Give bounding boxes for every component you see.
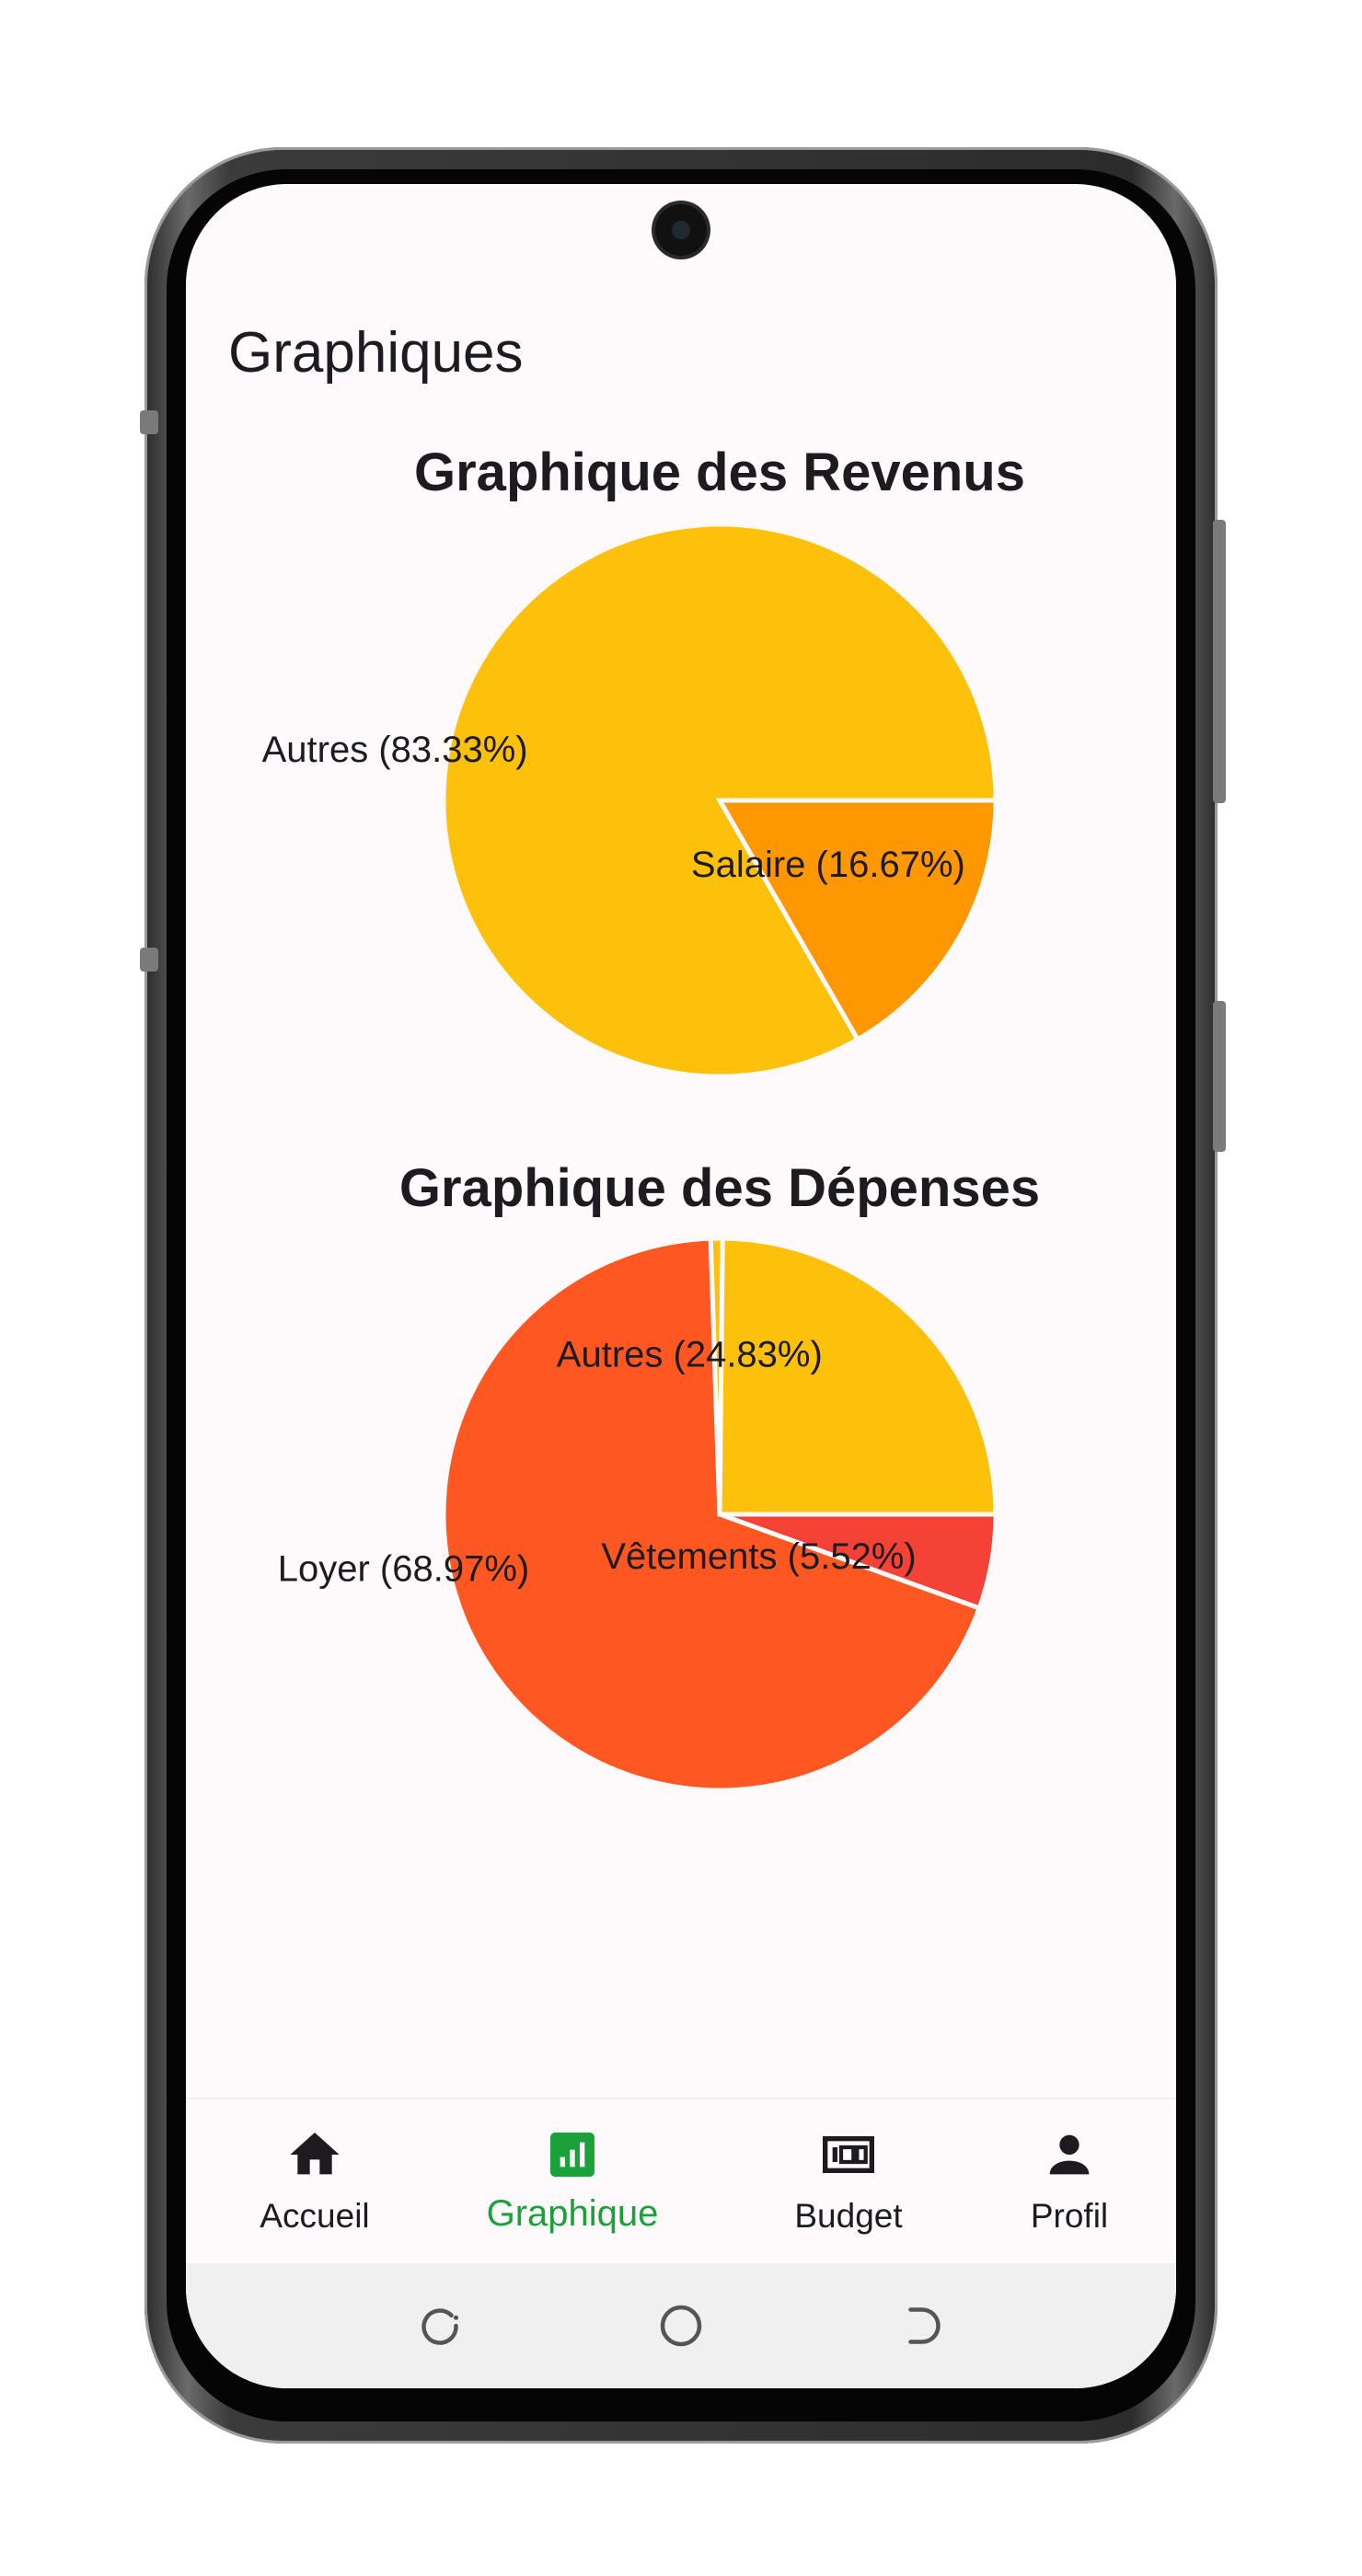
money-icon xyxy=(823,2136,874,2173)
expenses-chart-title: Graphique des Dépenses xyxy=(398,1158,1041,1218)
nav-item-budget[interactable]: Budget xyxy=(738,2099,959,2265)
pie-slice-label: Loyer (68.97%) xyxy=(278,1549,529,1590)
nav-label-accueil: Accueil xyxy=(260,2197,370,2235)
front-camera xyxy=(655,204,707,256)
pie-slice-label: Vêtements (5.52%) xyxy=(601,1536,916,1577)
home-circle-icon[interactable] xyxy=(653,2298,709,2353)
power-button xyxy=(1213,1001,1226,1152)
screen: Graphiques Graphique des Revenus Salaire… xyxy=(186,184,1176,2388)
volume-button xyxy=(1213,520,1226,803)
nav-item-accueil[interactable]: Accueil xyxy=(204,2099,425,2265)
home-icon xyxy=(290,2133,340,2175)
back-icon[interactable] xyxy=(895,2298,950,2353)
recent-apps-icon[interactable] xyxy=(412,2298,467,2353)
bottom-navigation: Accueil Graphique Budget Profil xyxy=(186,2098,1176,2265)
pie-slice-label: Autres (24.83%) xyxy=(557,1335,823,1375)
nav-label-graphique: Graphique xyxy=(486,2193,659,2234)
nav-item-graphique[interactable]: Graphique xyxy=(462,2099,683,2265)
expenses-pie-chart: Vêtements (5.52%)Loyer (68.97%)Transport… xyxy=(278,1236,998,1793)
left-side-marker xyxy=(140,410,158,434)
nav-item-profil[interactable]: Profil xyxy=(959,2099,1176,2265)
revenue-pie-chart: Salaire (16.67%) Autres (83.33%) xyxy=(262,522,998,1079)
system-navigation-bar xyxy=(186,2263,1176,2388)
person-icon xyxy=(1049,2134,1090,2175)
revenue-chart-title: Graphique des Revenus xyxy=(414,443,1025,502)
chart-icon xyxy=(550,2133,594,2177)
pie-slice xyxy=(717,1236,998,1517)
nav-label-profil: Profil xyxy=(1030,2197,1109,2235)
nav-label-budget: Budget xyxy=(794,2197,903,2235)
pie-slice-label: Autres (83.33%) xyxy=(262,730,528,770)
page-title: Graphiques xyxy=(228,321,524,385)
pie-slice-label: Salaire (16.67%) xyxy=(691,845,965,885)
left-side-marker-2 xyxy=(140,948,158,972)
